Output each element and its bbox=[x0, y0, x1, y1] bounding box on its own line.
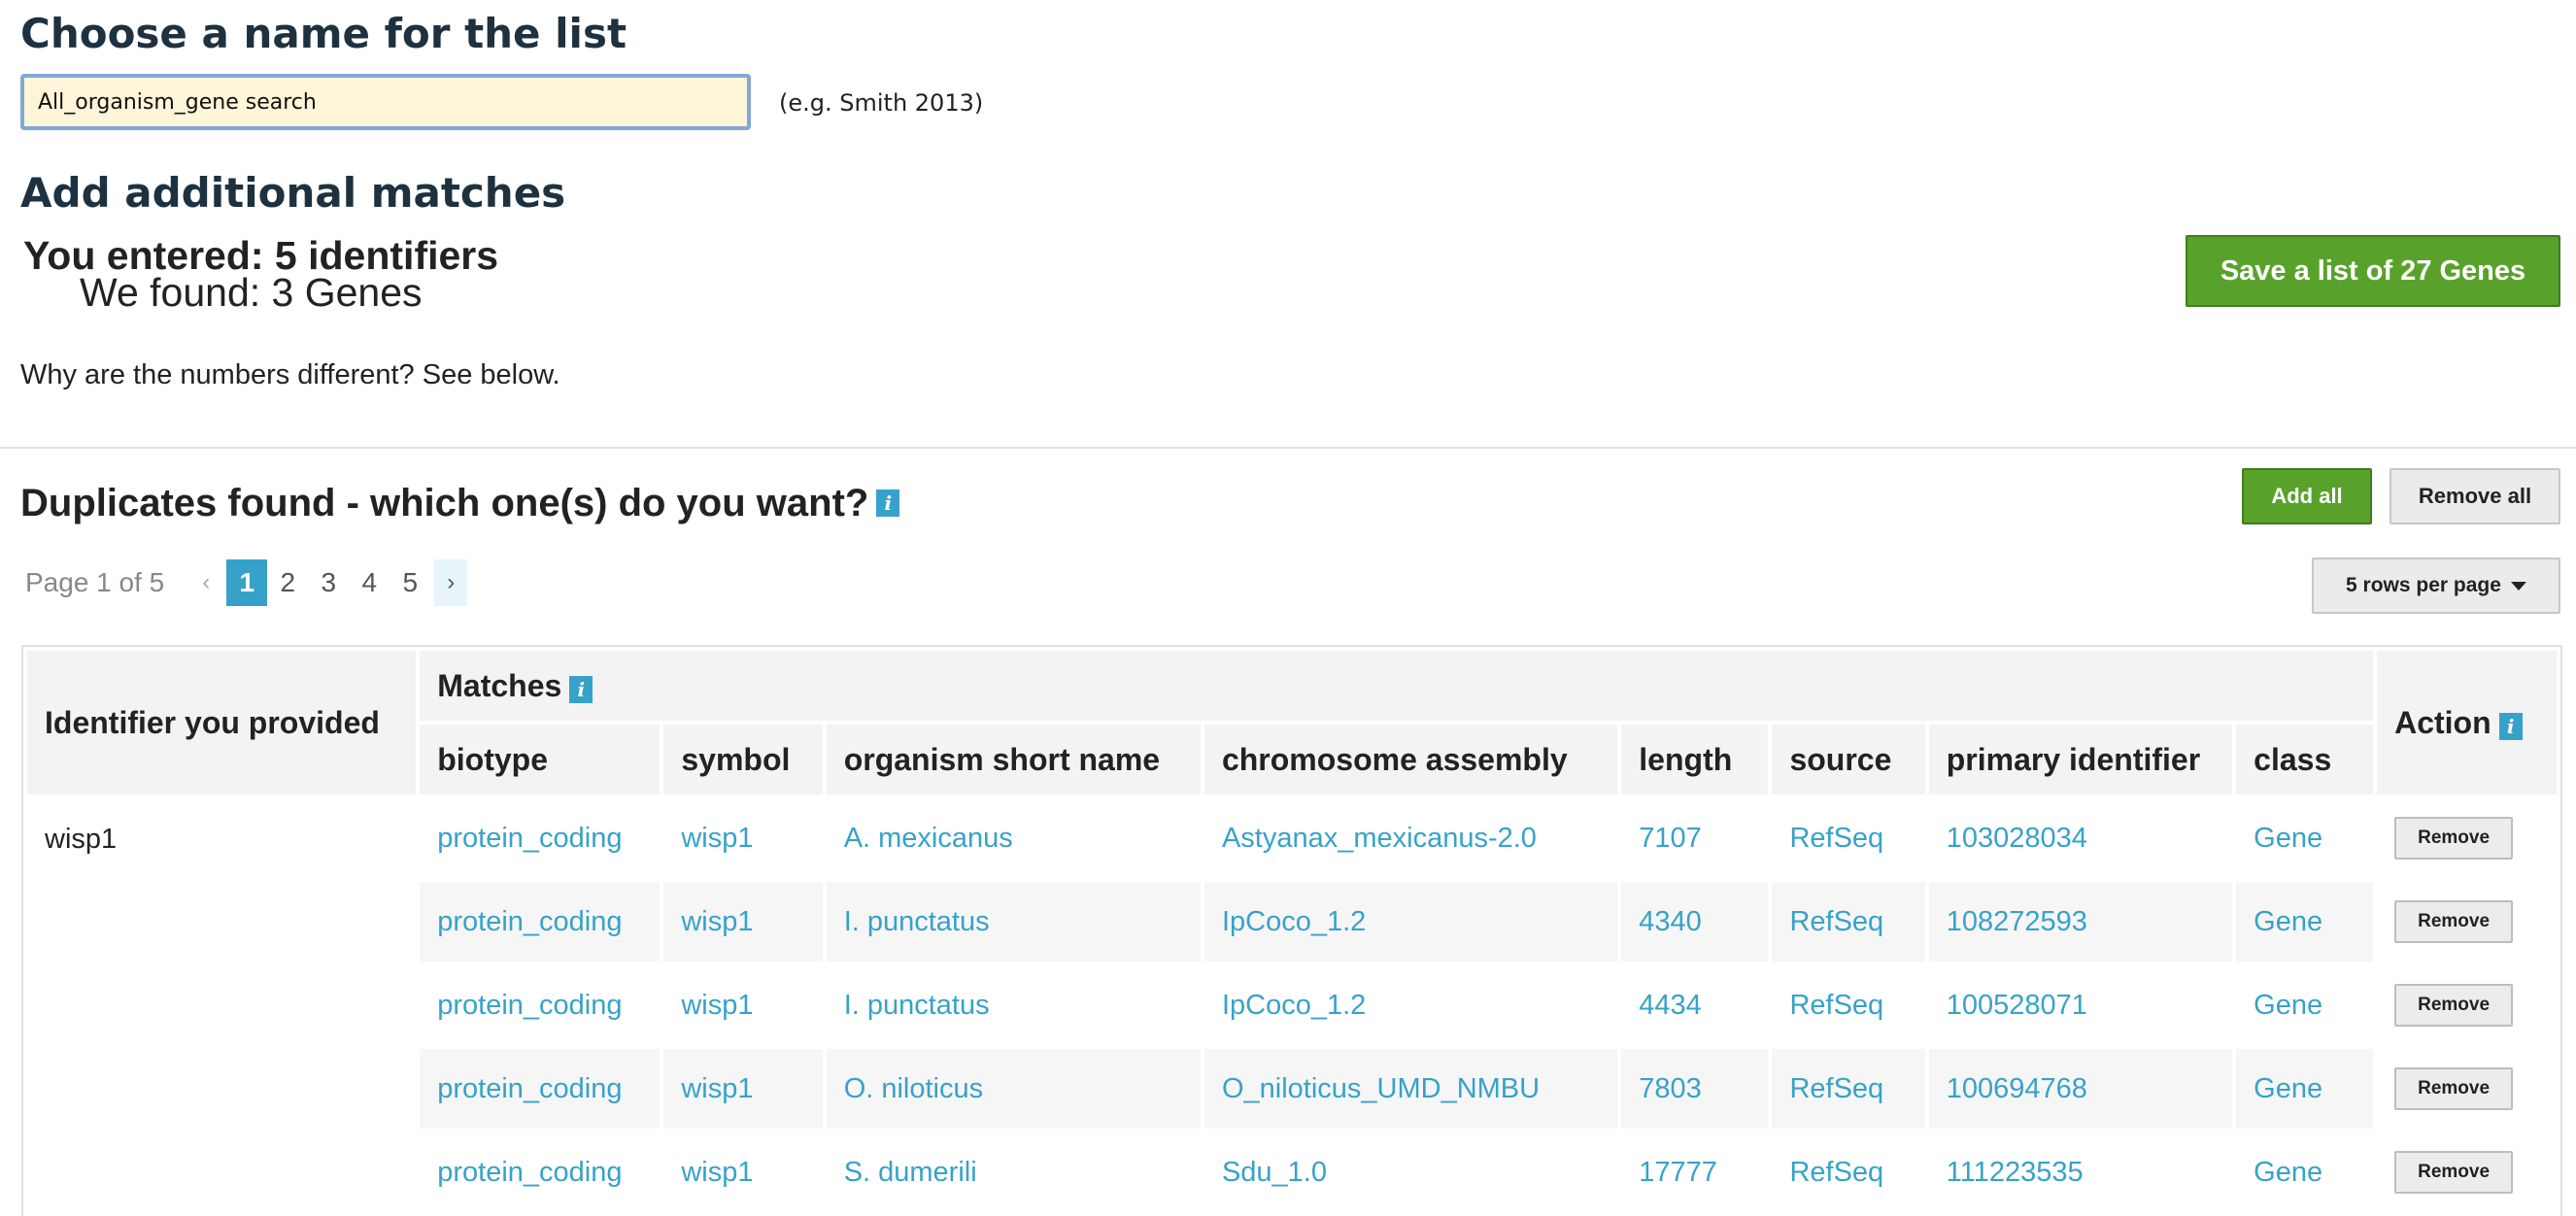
column-header-chromosome-assembly: chromosome assembly bbox=[1203, 725, 1618, 794]
matches-header-label: Matches bbox=[437, 667, 562, 703]
rows-per-page-label: 5 rows per page bbox=[2346, 574, 2501, 596]
class-link[interactable]: Gene bbox=[2236, 965, 2373, 1045]
organism-link[interactable]: I. punctatus bbox=[826, 882, 1201, 962]
remove-button[interactable]: Remove bbox=[2394, 1067, 2514, 1110]
action-cell: Remove bbox=[2377, 1049, 2557, 1129]
length-link[interactable]: 7107 bbox=[1621, 798, 1768, 878]
remove-button[interactable]: Remove bbox=[2394, 984, 2514, 1027]
source-link[interactable]: RefSeq bbox=[1772, 1049, 1925, 1129]
table-row: wisp1 protein_coding wisp1 A. mexicanus … bbox=[27, 798, 2557, 878]
remove-all-button[interactable]: Remove all bbox=[2390, 468, 2560, 524]
duplicates-table: Identifier you provided Matches i Action i… bbox=[21, 645, 2562, 1216]
remove-button[interactable]: Remove bbox=[2394, 817, 2514, 860]
duplicates-title-text: Duplicates found - which one(s) do you w… bbox=[20, 482, 869, 524]
caret-down-icon bbox=[2510, 581, 2526, 591]
section-divider bbox=[0, 447, 2576, 449]
column-header-class: class bbox=[2236, 725, 2374, 794]
class-link[interactable]: Gene bbox=[2236, 798, 2373, 878]
info-icon[interactable]: i bbox=[569, 675, 593, 703]
pagination: Page 1 of 5 ‹ 1 2 3 4 5 › bbox=[25, 558, 468, 607]
symbol-link[interactable]: wisp1 bbox=[663, 1049, 823, 1129]
biotype-link[interactable]: protein_coding bbox=[420, 882, 661, 962]
organism-link[interactable]: A. mexicanus bbox=[827, 798, 1201, 878]
page-2-button[interactable]: 2 bbox=[267, 559, 308, 606]
length-link[interactable]: 4434 bbox=[1621, 965, 1768, 1045]
identifier-header: Identifier you provided bbox=[27, 651, 417, 794]
primary-identifier-link[interactable]: 100694768 bbox=[1928, 1049, 2233, 1129]
duplicates-title: Duplicates found - which one(s) do you w… bbox=[20, 482, 900, 524]
column-header-organism: organism short name bbox=[826, 725, 1201, 794]
assembly-link[interactable]: O_niloticus_UMD_NMBU bbox=[1203, 1049, 1618, 1129]
remove-button[interactable]: Remove bbox=[2394, 900, 2514, 943]
why-different-text: Why are the numbers different? See below… bbox=[20, 359, 560, 390]
prev-page-button[interactable]: ‹ bbox=[186, 559, 226, 606]
class-link[interactable]: Gene bbox=[2236, 1049, 2374, 1129]
organism-link[interactable]: O. niloticus bbox=[826, 1049, 1201, 1129]
primary-identifier-link[interactable]: 108272593 bbox=[1928, 882, 2233, 962]
class-link[interactable]: Gene bbox=[2236, 882, 2374, 962]
symbol-link[interactable]: wisp1 bbox=[663, 798, 822, 878]
column-header-biotype: biotype bbox=[420, 725, 661, 794]
source-link[interactable]: RefSeq bbox=[1772, 798, 1924, 878]
source-link[interactable]: RefSeq bbox=[1772, 882, 1925, 962]
list-name-input[interactable] bbox=[20, 74, 751, 130]
symbol-link[interactable]: wisp1 bbox=[663, 965, 822, 1045]
organism-link[interactable]: I. punctatus bbox=[827, 965, 1201, 1045]
column-header-length: length bbox=[1621, 725, 1769, 794]
action-header: Action i bbox=[2377, 651, 2557, 794]
column-header-source: source bbox=[1772, 725, 1925, 794]
list-name-example: (e.g. Smith 2013) bbox=[779, 89, 984, 117]
action-cell: Remove bbox=[2377, 798, 2557, 878]
action-cell: Remove bbox=[2377, 1132, 2557, 1212]
next-page-button[interactable]: › bbox=[434, 559, 468, 606]
action-header-label: Action bbox=[2394, 704, 2491, 740]
assembly-link[interactable]: Astyanax_mexicanus-2.0 bbox=[1204, 798, 1617, 878]
length-link[interactable]: 4340 bbox=[1621, 882, 1769, 962]
class-link[interactable]: Gene bbox=[2236, 1132, 2373, 1212]
remove-button[interactable]: Remove bbox=[2394, 1151, 2514, 1194]
primary-identifier-link[interactable]: 103028034 bbox=[1929, 798, 2232, 878]
primary-identifier-link[interactable]: 100528071 bbox=[1929, 965, 2232, 1045]
entered-count: You entered: 5 identifiers bbox=[23, 233, 499, 278]
biotype-link[interactable]: protein_coding bbox=[420, 1132, 660, 1212]
action-cell: Remove bbox=[2377, 965, 2557, 1045]
add-matches-title: Add additional matches bbox=[20, 169, 566, 217]
assembly-link[interactable]: IpCoco_1.2 bbox=[1203, 882, 1618, 962]
assembly-link[interactable]: IpCoco_1.2 bbox=[1204, 965, 1617, 1045]
page-1-button[interactable]: 1 bbox=[226, 559, 268, 606]
symbol-link[interactable]: wisp1 bbox=[663, 882, 823, 962]
page-3-button[interactable]: 3 bbox=[308, 559, 349, 606]
source-link[interactable]: RefSeq bbox=[1772, 1132, 1924, 1212]
info-icon[interactable]: i bbox=[2498, 712, 2523, 740]
info-icon[interactable]: i bbox=[876, 490, 900, 517]
primary-identifier-link[interactable]: 111223535 bbox=[1929, 1132, 2232, 1212]
biotype-link[interactable]: protein_coding bbox=[420, 798, 660, 878]
save-list-button[interactable]: Save a list of 27 Genes bbox=[2186, 235, 2560, 307]
list-name-title: Choose a name for the list bbox=[20, 10, 627, 57]
matches-header: Matches i bbox=[420, 651, 2374, 721]
column-header-primary-identifier: primary identifier bbox=[1928, 725, 2233, 794]
found-count: We found: 3 Genes bbox=[80, 270, 423, 315]
organism-link[interactable]: S. dumerili bbox=[827, 1132, 1201, 1212]
assembly-link[interactable]: Sdu_1.0 bbox=[1204, 1132, 1617, 1212]
source-link[interactable]: RefSeq bbox=[1772, 965, 1924, 1045]
action-cell: Remove bbox=[2377, 882, 2557, 962]
page-4-button[interactable]: 4 bbox=[349, 559, 390, 606]
length-link[interactable]: 17777 bbox=[1621, 1132, 1768, 1212]
biotype-link[interactable]: protein_coding bbox=[420, 1049, 661, 1129]
biotype-link[interactable]: protein_coding bbox=[420, 965, 660, 1045]
provided-identifier: wisp1 bbox=[45, 824, 118, 855]
symbol-link[interactable]: wisp1 bbox=[663, 1132, 822, 1212]
add-all-button[interactable]: Add all bbox=[2242, 468, 2372, 524]
page-5-button[interactable]: 5 bbox=[390, 559, 430, 606]
rows-per-page-dropdown[interactable]: 5 rows per page bbox=[2312, 557, 2560, 614]
page-info: Page 1 of 5 bbox=[25, 567, 165, 597]
identifier-summary: You entered: 5 identifiers We found: 3 G… bbox=[23, 233, 499, 315]
column-header-symbol: symbol bbox=[663, 725, 823, 794]
length-link[interactable]: 7803 bbox=[1621, 1049, 1769, 1129]
